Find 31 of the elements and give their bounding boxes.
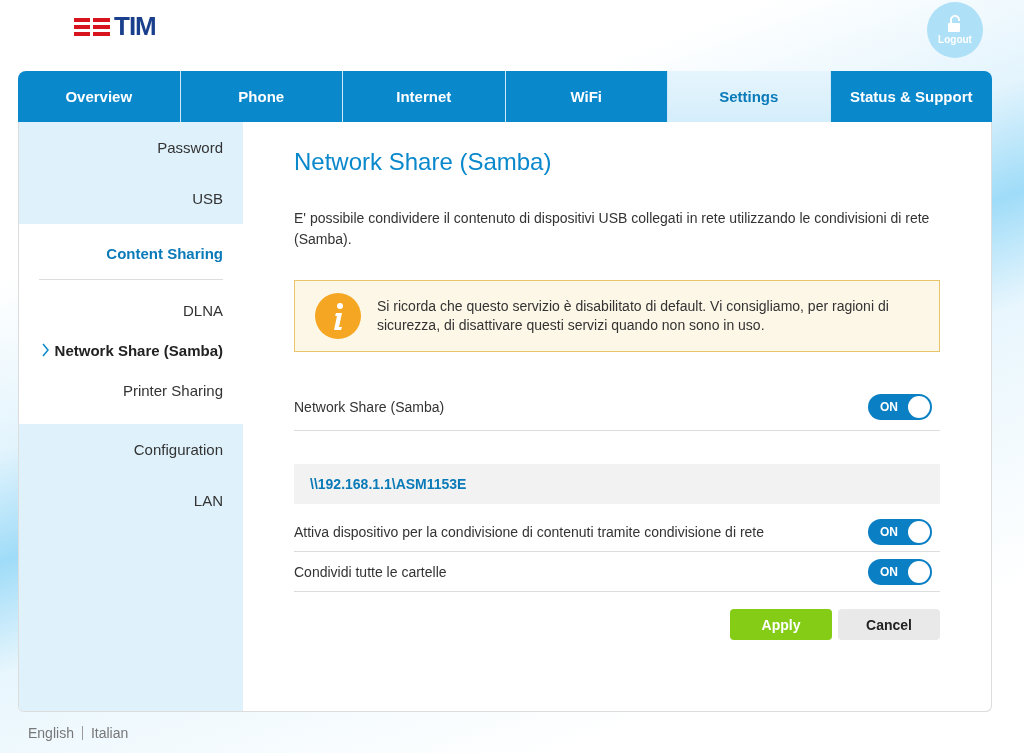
language-link[interactable]: English: [28, 726, 82, 740]
nav-tab[interactable]: Status & Support: [830, 71, 992, 122]
setting-label: Network Share (Samba): [294, 399, 445, 415]
toggle-switch[interactable]: ON: [868, 558, 932, 585]
language-link[interactable]: Italian: [81, 726, 137, 740]
logo-icon: [74, 17, 110, 36]
chevron-icon: [41, 343, 49, 357]
info-icon: [315, 293, 361, 339]
nav-tab[interactable]: Phone: [180, 71, 343, 122]
setting-label: Condividi tutte le cartelle: [294, 563, 447, 580]
sidebar-subitem[interactable]: DLNA: [183, 301, 223, 319]
toggle-switch[interactable]: ON: [868, 518, 932, 545]
sidebar-item[interactable]: Content Sharing: [19, 228, 243, 279]
nav-tab[interactable]: Overview: [18, 71, 181, 122]
notice-text: Si ricorda che questo servizio è disabilitato di default. Vi consigliamo, per ragioni di sicurezza, di disattivare questi servizi quando non sono in uso.: [377, 297, 890, 335]
page-title: Network Share (Samba): [294, 148, 553, 176]
setting-label: Attiva dispositivo per la condivisione di contenuti tramite condivisione di rete: [294, 523, 765, 540]
nav-tab[interactable]: WiFi: [505, 71, 668, 122]
description-text: E' possibile condividere il contenuto di dispositivi USB collegati in rete utilizzando le condivisioni di rete (Samba).: [294, 209, 931, 249]
nav-tab[interactable]: Settings: [668, 71, 831, 122]
sidebar-subitem[interactable]: Network Share (Samba): [54, 341, 223, 359]
sidebar-item[interactable]: Configuration: [19, 424, 243, 475]
nav-tab[interactable]: Internet: [343, 71, 506, 122]
cancel-button[interactable]: Cancel: [838, 609, 940, 640]
sidebar-item[interactable]: LAN: [19, 475, 243, 526]
share-path: \\192.168.1.1\ASM1153E: [294, 464, 940, 504]
sidebar-item[interactable]: USB: [19, 173, 243, 224]
sidebar-subitem[interactable]: Printer Sharing: [122, 381, 223, 399]
logo-text: TIM: [114, 11, 156, 42]
sidebar-item[interactable]: Password: [19, 122, 243, 173]
toggle-switch[interactable]: ON: [868, 394, 932, 420]
